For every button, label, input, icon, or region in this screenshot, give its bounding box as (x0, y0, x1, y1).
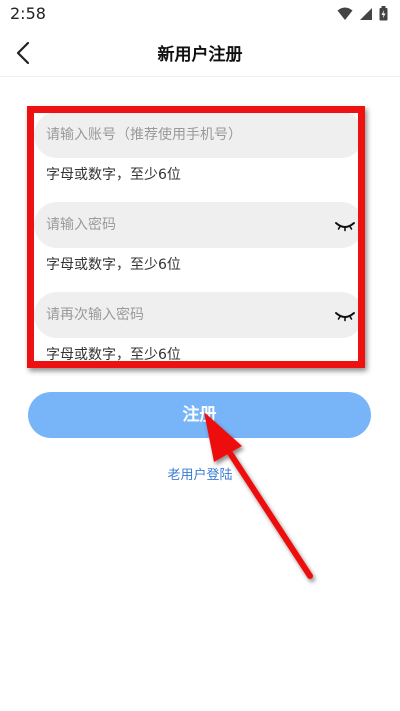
signal-icon (359, 6, 373, 25)
register-button[interactable]: 注册 (28, 392, 371, 438)
password-input[interactable] (46, 202, 326, 248)
status-bar: 2:58 (0, 0, 400, 30)
status-time: 2:58 (10, 4, 46, 23)
wifi-icon (337, 6, 353, 25)
password-hint: 字母或数字，至少6位 (46, 257, 181, 273)
register-screen: 2:58 新用户注册 请输入账号（推荐使用手机号） 字母或数字，至少6位 字母或… (0, 0, 400, 711)
confirm-password-field-container (34, 292, 364, 338)
confirm-password-input[interactable] (46, 292, 326, 338)
confirm-password-hint: 字母或数字，至少6位 (46, 347, 181, 363)
register-form: 字母或数字，至少6位 字母或数字，至少6位 字母或数字，至少6位 (34, 112, 364, 382)
old-user-login-link[interactable]: 老用户登陆 (0, 464, 400, 483)
page-title: 新用户注册 (157, 45, 243, 65)
battery-icon (379, 6, 388, 25)
status-icons (337, 6, 388, 25)
password-field-container (34, 202, 364, 248)
account-input[interactable] (46, 112, 326, 158)
eye-closed-icon[interactable] (334, 306, 356, 324)
eye-closed-icon[interactable] (334, 216, 356, 234)
account-hint: 字母或数字，至少6位 (46, 167, 181, 183)
header: 新用户注册 (0, 30, 400, 77)
account-field-container (34, 112, 364, 158)
